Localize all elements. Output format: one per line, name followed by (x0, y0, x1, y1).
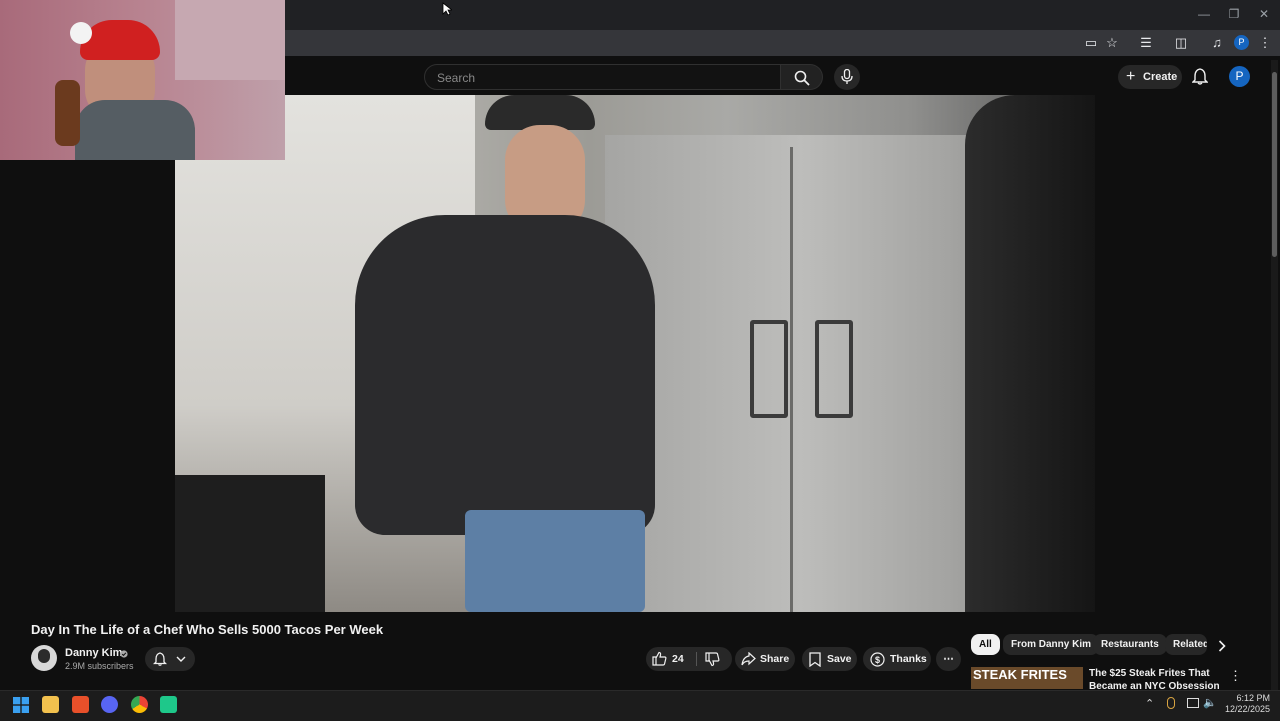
create-button[interactable]: + Create (1118, 65, 1182, 89)
thumbs-down-icon (705, 652, 720, 667)
shelf-cart (175, 475, 325, 612)
app-icon[interactable] (160, 696, 177, 713)
share-label: Share (760, 653, 790, 665)
restore-window-icon[interactable]: ❐ (1226, 6, 1242, 22)
microphone-tray-icon[interactable] (1167, 697, 1175, 709)
video-title: Day In The Life of a Chef Who Sells 5000… (31, 622, 384, 637)
chef-jeans (465, 510, 645, 612)
streamer-shirt (75, 100, 195, 160)
video-player[interactable] (175, 95, 1095, 612)
thumbs-up-icon (652, 651, 667, 666)
clock-time: 6:12 PM (1236, 693, 1270, 703)
brave-browser-icon[interactable] (72, 696, 89, 713)
chip-related[interactable]: Related (1165, 634, 1207, 655)
microphone-icon (841, 69, 853, 84)
subscription-bell-button[interactable] (145, 647, 195, 671)
thumbnail-text: STEAK FRITES (973, 667, 1067, 682)
voice-search-button[interactable] (834, 64, 860, 90)
show-hidden-icons-chevron[interactable]: ⌃ (1145, 697, 1154, 710)
recommendation-menu-icon[interactable]: ⋮ (1229, 668, 1242, 684)
discord-icon[interactable] (101, 696, 118, 713)
windows-taskbar (0, 690, 1280, 721)
scrollbar-thumb[interactable] (1272, 72, 1277, 257)
mouse-cursor (442, 2, 452, 16)
media-controls-icon[interactable]: ♫ (1208, 34, 1226, 52)
save-bookmark-icon (809, 652, 821, 667)
more-actions-button[interactable]: ⋯ (936, 647, 961, 671)
webcam-wall-panel (175, 0, 285, 80)
taskbar-clock[interactable]: 6:12 PM 12/22/2025 (1218, 693, 1270, 715)
fridge-handle (815, 320, 853, 418)
share-button[interactable]: Share (735, 647, 795, 671)
fridge-handle (750, 320, 788, 418)
recommendation-title-line2[interactable]: Became an NYC Obsession — (1089, 681, 1219, 690)
webcam-overlay (0, 0, 285, 160)
save-label: Save (827, 653, 852, 665)
page-scrollbar[interactable] (1271, 60, 1278, 690)
sidebar-icon[interactable]: ◫ (1172, 34, 1190, 52)
santa-hat-pompom (70, 22, 92, 44)
save-button[interactable]: Save (802, 647, 857, 671)
file-explorer-icon[interactable] (42, 696, 59, 713)
browser-profile-avatar[interactable]: P (1234, 35, 1249, 50)
chip-all[interactable]: All (971, 634, 1000, 655)
chrome-icon[interactable] (131, 696, 148, 713)
notifications-bell-icon[interactable] (1192, 68, 1208, 85)
chip-restaurants[interactable]: Restaurants (1093, 634, 1167, 655)
chip-from-danny-kim[interactable]: From Danny Kim (1003, 634, 1100, 655)
channel-name[interactable]: Danny Kim (65, 647, 122, 659)
browser-menu-icon[interactable]: ⋮ (1256, 34, 1274, 52)
volume-icon[interactable]: 🔈 (1203, 696, 1217, 709)
share-icon (741, 652, 756, 666)
recommendation-thumbnail[interactable]: STEAK FRITES (971, 667, 1083, 689)
chevron-down-icon (176, 656, 186, 662)
close-window-icon[interactable]: ✕ (1256, 6, 1272, 22)
like-count: 24 (672, 653, 684, 665)
thanks-button[interactable]: $ Thanks (863, 647, 931, 671)
like-dislike-group: 24 (646, 647, 732, 671)
like-button[interactable]: 24 (646, 647, 696, 671)
santa-hat (80, 20, 160, 60)
minimize-window-icon[interactable]: — (1196, 6, 1212, 22)
recommendation-title[interactable]: The $25 Steak Frites That (1089, 668, 1210, 679)
account-avatar[interactable]: P (1229, 66, 1250, 87)
search-input[interactable]: Search (424, 64, 781, 90)
verified-badge-icon (120, 650, 128, 658)
fridge-door-seam (790, 147, 793, 612)
cast-icon[interactable]: ▭ (1082, 34, 1100, 52)
dislike-button[interactable] (697, 647, 732, 671)
more-horizontal-icon: ⋯ (943, 653, 954, 665)
create-label: Create (1143, 71, 1178, 83)
svg-text:$: $ (875, 655, 880, 665)
chef-hoodie (355, 215, 655, 535)
thanks-heart-icon: $ (870, 652, 885, 667)
channel-avatar[interactable] (31, 645, 57, 671)
search-button[interactable] (781, 64, 823, 90)
windows-start-icon[interactable] (13, 697, 29, 713)
subscriber-count: 2.9M subscribers (65, 661, 134, 671)
search-icon (794, 70, 810, 86)
guitar (55, 80, 80, 146)
channel-avatar-face (38, 649, 50, 663)
bell-icon (153, 652, 167, 666)
clock-date: 12/22/2025 (1224, 704, 1270, 714)
extensions-icon[interactable]: ☰ (1137, 34, 1155, 52)
network-icon[interactable] (1187, 698, 1199, 708)
chevron-right-icon[interactable] (1218, 640, 1226, 652)
thanks-label: Thanks (890, 653, 927, 665)
bookmark-star-icon[interactable]: ☆ (1103, 34, 1121, 52)
person-foreground (965, 95, 1095, 612)
plus-icon: + (1126, 68, 1136, 85)
